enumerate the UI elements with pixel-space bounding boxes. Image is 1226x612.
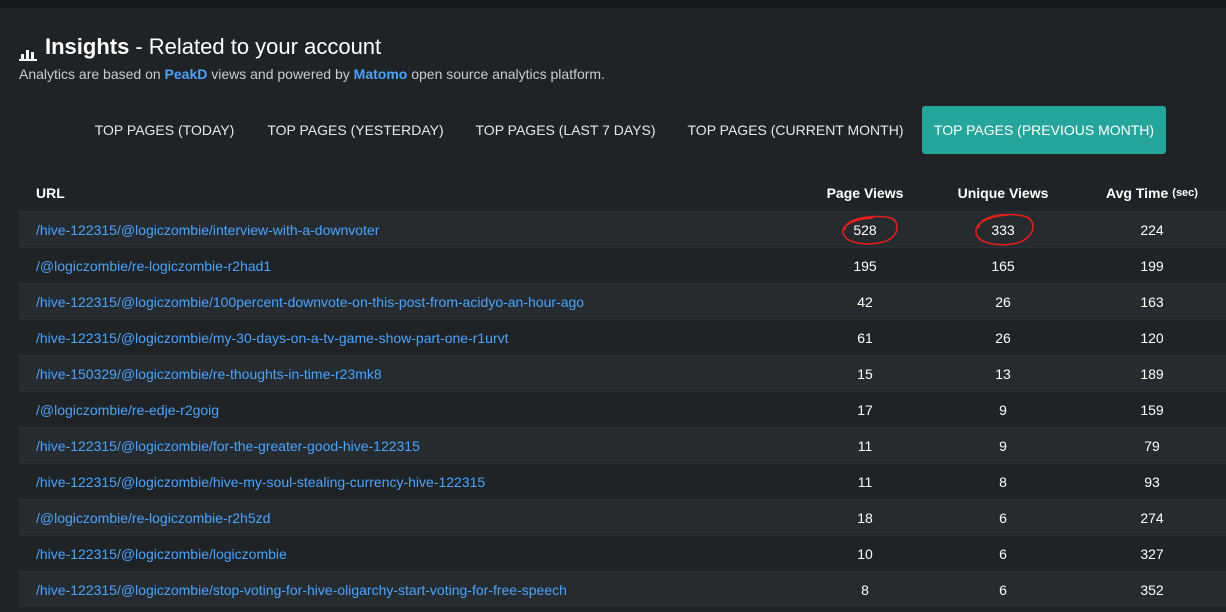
tab-label: TOP PAGES (PREVIOUS MONTH) [933, 122, 1155, 138]
header-url: URL [36, 185, 65, 201]
page-views-cell: 61 [857, 330, 873, 346]
page-views-cell: 528 [853, 222, 877, 238]
avg-time-cell: 327 [1140, 546, 1164, 562]
unique-views-cell: 9 [999, 438, 1007, 454]
subtitle-middle: views and powered by [211, 66, 350, 82]
page-url-link[interactable]: /hive-122315/@logiczombie/100percent-dow… [36, 284, 584, 320]
peakd-link[interactable]: PeakD [165, 66, 208, 82]
header-page-views: Page Views [826, 185, 904, 201]
page-views-cell: 17 [857, 402, 873, 418]
table-row: /hive-122315/@logiczombie/100percent-dow… [19, 283, 1226, 319]
unique-views-cell: 8 [999, 474, 1007, 490]
tab-top-pages-today[interactable]: TOP PAGES (TODAY) [82, 106, 247, 154]
avg-time-cell: 224 [1140, 222, 1164, 238]
page-views-cell: 15 [857, 366, 873, 382]
table-row: /hive-122315/@logiczombie/interview-with… [19, 211, 1226, 247]
table-row: /hive-122315/@logiczombie/for-the-greate… [19, 427, 1226, 463]
page-title: Insights - Related to your account [19, 33, 381, 61]
table-row: /hive-122315/@logiczombie/hive-my-soul-s… [19, 463, 1226, 499]
tab-top-pages-current-month[interactable]: TOP PAGES (CURRENT MONTH) [678, 106, 913, 154]
unique-views-cell: 165 [991, 258, 1015, 274]
page-url-link[interactable]: /hive-122315/@logiczombie/my-30-days-on-… [36, 320, 509, 356]
avg-time-cell: 163 [1140, 294, 1164, 310]
tab-label: TOP PAGES (TODAY) [94, 122, 235, 138]
table-row: /@logiczombie/re-edje-r2goig 17 9 159 [19, 391, 1226, 427]
tab-label: TOP PAGES (CURRENT MONTH) [687, 122, 904, 138]
unique-views-cell: 26 [995, 294, 1011, 310]
tab-label: TOP PAGES (YESTERDAY) [267, 122, 444, 138]
matomo-link[interactable]: Matomo [354, 66, 408, 82]
unique-views-cell: 26 [995, 330, 1011, 346]
avg-time-cell: 274 [1140, 510, 1164, 526]
subtitle: Analytics are based on PeakD views and p… [19, 66, 605, 82]
page-url-link[interactable]: /hive-122315/@logiczombie/logiczombie [36, 536, 287, 572]
page-url-link[interactable]: /hive-122315/@logiczombie/hive-my-soul-s… [36, 464, 485, 500]
bar-chart-icon [19, 41, 37, 61]
header-avg-time-unit: (sec) [1172, 187, 1198, 199]
unique-views-cell: 13 [995, 366, 1011, 382]
page-url-link[interactable]: /hive-122315/@logiczombie/interview-with… [36, 212, 379, 248]
page-url-link[interactable]: /hive-150329/@logiczombie/re-thoughts-in… [36, 356, 382, 392]
tab-top-pages-yesterday[interactable]: TOP PAGES (YESTERDAY) [258, 106, 453, 154]
table-header: URL Page Views Unique Views Avg Time (se… [19, 175, 1226, 211]
subtitle-suffix: open source analytics platform. [411, 66, 605, 82]
page-url-link[interactable]: /hive-122315/@logiczombie/for-the-greate… [36, 428, 420, 464]
table-row: /@logiczombie/re-logiczombie-r2had1 195 … [19, 247, 1226, 283]
tab-top-pages-last-7-days[interactable]: TOP PAGES (LAST 7 DAYS) [465, 106, 666, 154]
tab-label: TOP PAGES (LAST 7 DAYS) [475, 122, 656, 138]
page-views-cell: 8 [861, 582, 869, 598]
table-row: /hive-122315/@logiczombie/stop-voting-fo… [19, 571, 1226, 607]
header-unique-views: Unique Views [957, 185, 1049, 201]
unique-views-cell: 6 [999, 546, 1007, 562]
avg-time-cell: 93 [1144, 474, 1160, 490]
top-pages-table: URL Page Views Unique Views Avg Time (se… [19, 175, 1226, 607]
avg-time-cell: 79 [1144, 438, 1160, 454]
unique-views-cell: 9 [999, 402, 1007, 418]
page-url-link[interactable]: /@logiczombie/re-logiczombie-r2had1 [36, 248, 271, 284]
header-avg-time-label: Avg Time [1106, 185, 1169, 201]
page-views-cell: 42 [857, 294, 873, 310]
tab-bar: TOP PAGES (TODAY) TOP PAGES (YESTERDAY) … [0, 106, 1226, 154]
table-row: /hive-122315/@logiczombie/my-30-days-on-… [19, 319, 1226, 355]
avg-time-cell: 352 [1140, 582, 1164, 598]
title-rest: - Related to your account [135, 34, 382, 59]
insights-panel: Insights - Related to your account Analy… [0, 8, 1226, 612]
page-url-link[interactable]: /@logiczombie/re-edje-r2goig [36, 392, 219, 428]
table-row: /hive-150329/@logiczombie/re-thoughts-in… [19, 355, 1226, 391]
avg-time-cell: 120 [1140, 330, 1164, 346]
unique-views-cell: 6 [999, 510, 1007, 526]
tab-top-pages-previous-month[interactable]: TOP PAGES (PREVIOUS MONTH) [922, 106, 1166, 154]
page-url-link[interactable]: /@logiczombie/re-logiczombie-r2h5zd [36, 500, 270, 536]
avg-time-cell: 189 [1140, 366, 1164, 382]
header-avg-time: Avg Time (sec) [1092, 175, 1212, 211]
page-views-cell: 195 [853, 258, 877, 274]
page-views-cell: 10 [857, 546, 873, 562]
unique-views-cell: 6 [999, 582, 1007, 598]
avg-time-cell: 199 [1140, 258, 1164, 274]
table-row: /@logiczombie/re-logiczombie-r2h5zd 18 6… [19, 499, 1226, 535]
unique-views-cell: 333 [991, 222, 1015, 238]
page-views-cell: 18 [857, 510, 873, 526]
avg-time-cell: 159 [1140, 402, 1164, 418]
page-views-cell: 11 [857, 474, 873, 490]
table-row: /hive-122315/@logiczombie/logiczombie 10… [19, 535, 1226, 571]
page-views-cell: 11 [857, 438, 873, 454]
page-url-link[interactable]: /hive-122315/@logiczombie/stop-voting-fo… [36, 572, 567, 608]
title-strong: Insights [45, 34, 130, 59]
subtitle-prefix: Analytics are based on [19, 66, 161, 82]
